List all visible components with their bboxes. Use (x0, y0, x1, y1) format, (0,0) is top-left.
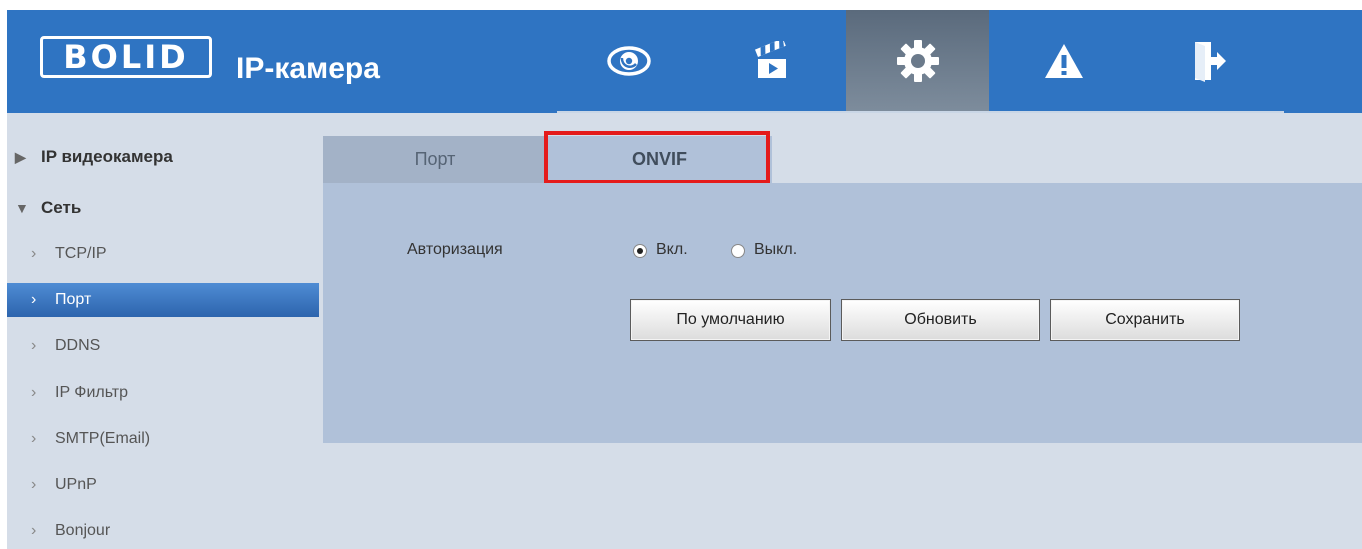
nav-playback[interactable] (700, 10, 843, 111)
sidebar-item-label: IP Фильтр (55, 384, 129, 401)
chevron-right-icon: › (31, 522, 37, 539)
logo-text: BOLID (63, 38, 189, 76)
sidebar-item-label: UPnP (55, 476, 97, 493)
chevron-right-icon: › (31, 384, 37, 401)
eye-icon (606, 45, 651, 76)
save-button[interactable]: Сохранить (1050, 299, 1240, 341)
top-header: BOLID IP-камера (7, 10, 1362, 113)
chevron-right-icon: › (31, 291, 37, 308)
sidebar-group-ip-camera[interactable]: ▶ IP видеокамера (7, 140, 319, 174)
sidebar-item-ip-filter[interactable]: › IP Фильтр (7, 376, 319, 410)
sidebar-item-bonjour[interactable]: › Bonjour (7, 514, 319, 548)
nav-separator (557, 111, 1284, 113)
bolid-logo: BOLID (40, 36, 212, 78)
triangle-right-icon: ▶ (15, 148, 26, 165)
app-window: BOLID IP-камера ▶ IP видеокамера ▼ Сеть … (7, 10, 1362, 549)
default-button[interactable]: По умолчанию (630, 299, 831, 341)
sidebar-item-label: Bonjour (55, 522, 111, 539)
sidebar-group-network[interactable]: ▼ Сеть (7, 191, 319, 225)
nav-logout[interactable] (1137, 10, 1280, 111)
refresh-button[interactable]: Обновить (841, 299, 1040, 341)
nav-setup[interactable] (846, 10, 989, 111)
auth-on-radio[interactable] (633, 244, 647, 258)
auth-off-label: Выкл. (754, 241, 798, 258)
sidebar-item-label: DDNS (55, 337, 101, 354)
sidebar-item-label: SMTP(Email) (55, 430, 151, 447)
sidebar-group-label: IP видеокамера (41, 147, 173, 166)
chevron-right-icon: › (31, 337, 37, 354)
sidebar-item-smtp[interactable]: › SMTP(Email) (7, 422, 319, 456)
chevron-right-icon: › (31, 430, 37, 447)
sidebar-item-label: TCP/IP (55, 245, 107, 262)
sidebar-item-upnp[interactable]: › UPnP (7, 468, 319, 502)
product-title: IP-камера (236, 52, 380, 85)
chevron-right-icon: › (31, 245, 37, 262)
onvif-settings-panel: Авторизация Вкл. Выкл. По умолчанию Обно… (323, 183, 1362, 443)
sidebar-item-label: Порт (55, 291, 92, 308)
gear-icon (896, 39, 939, 82)
tab-strip: Порт ONVIF (323, 136, 1362, 183)
nav-alarm[interactable] (992, 10, 1135, 111)
sidebar-group-label: Сеть (41, 198, 82, 217)
auth-on-label: Вкл. (656, 241, 688, 258)
clapperboard-icon (754, 40, 786, 78)
authorization-label: Авторизация (407, 241, 503, 258)
sidebar-item-ddns[interactable]: › DDNS (7, 329, 319, 363)
tab-port[interactable]: Порт (323, 136, 547, 183)
auth-off-radio[interactable] (731, 244, 745, 258)
logout-icon (1194, 41, 1226, 82)
sidebar-item-tcpip[interactable]: › TCP/IP (7, 237, 319, 271)
tab-onvif[interactable]: ONVIF (547, 136, 772, 183)
nav-live-view[interactable] (557, 10, 700, 111)
warning-icon (1044, 43, 1083, 78)
triangle-down-icon: ▼ (15, 200, 29, 216)
chevron-right-icon: › (31, 476, 37, 493)
sidebar-item-port[interactable]: › Порт (7, 283, 319, 317)
